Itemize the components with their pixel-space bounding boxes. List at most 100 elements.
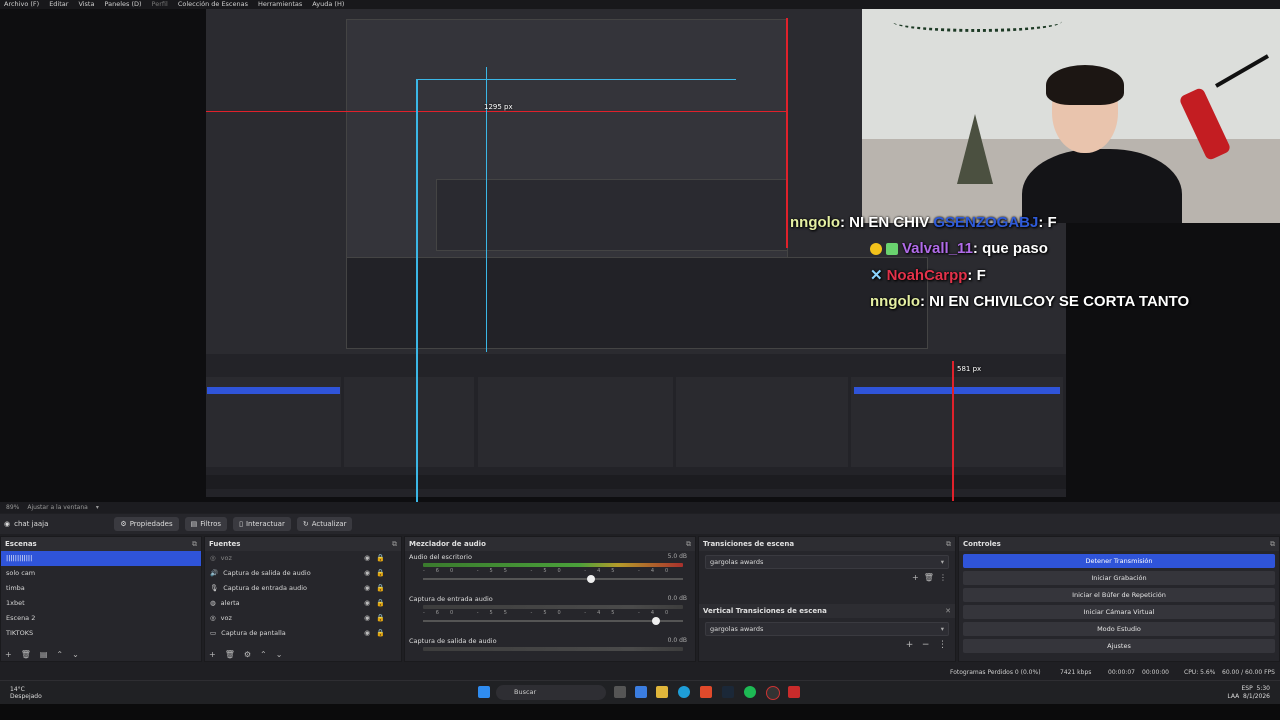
start-virtual-camera-button[interactable]: Iniciar Cámara Virtual [963,605,1275,619]
scene-item[interactable]: Escena 2 [1,611,201,626]
weather-widget[interactable]: 14°C Despejado [10,686,42,700]
windows-start-icon[interactable] [478,686,490,698]
trash-icon[interactable]: 🗑 [225,650,235,659]
transitions-dock: Transiciones de escena ⧉ gargolas awards … [698,536,956,662]
vertical-transition-select[interactable]: gargolas awards [705,622,949,636]
source-item[interactable]: ◎ voz ◉🔒 [205,611,401,626]
chevron-down-icon[interactable]: ⌄ [72,650,79,659]
filters-button[interactable]: ▤ Filtros [184,517,228,531]
nested-selected-scene [207,387,340,394]
edge-icon[interactable] [678,686,690,698]
add-icon[interactable]: + [5,650,12,659]
dock-float-icon[interactable]: ⧉ [192,537,197,551]
scene-item[interactable]: 1xbet [1,596,201,611]
source-label: Captura de entrada audio [223,584,308,592]
dock-float-icon[interactable]: ⧉ [1270,537,1275,551]
add-icon[interactable]: + [209,650,216,659]
menu-view[interactable]: Vista [78,0,94,9]
file-explorer-icon[interactable] [656,686,668,698]
task-view-icon[interactable] [614,686,626,698]
chevron-up-icon[interactable]: ⌃ [56,650,63,659]
interact-button[interactable]: ▯ Interactuar [233,517,291,531]
brave-icon[interactable] [700,686,712,698]
stop-streaming-button[interactable]: Detener Transmisión [963,554,1275,568]
chevron-up-icon[interactable]: ⌃ [260,650,267,659]
volume-slider[interactable] [423,575,683,583]
source-item[interactable]: ◎ voz ◉🔒 [205,551,401,566]
visibility-lock-icons[interactable]: ◉🔒 [364,566,391,581]
source-label: Captura de salida de audio [223,569,311,577]
mic-icon: ◎ [210,554,216,562]
app-icon[interactable] [635,686,647,698]
transition-select[interactable]: gargolas awards [705,555,949,569]
visibility-lock-icons[interactable]: ◉🔒 [364,626,391,641]
dock-float-icon[interactable]: ⧉ [946,537,951,551]
source-item[interactable]: 🎙 Captura de entrada audio ◉🔒 [205,581,401,596]
scene-item[interactable]: |||||||||||| [1,551,201,566]
studio-mode-button[interactable]: Modo Estudio [963,622,1275,636]
source-item[interactable]: 🔊 Captura de salida de audio ◉🔒 [205,566,401,581]
gear-icon[interactable]: ⚙ [244,650,251,659]
visibility-lock-icons[interactable]: ◉🔒 [364,581,391,596]
nested-transitions [676,377,848,467]
size-label-width: 1295 px [484,103,513,111]
app-icon-red[interactable] [788,686,800,698]
filter-icon: ▤ [190,520,198,528]
channel-name: Audio del escritorio [409,553,472,561]
cursor-icon: ▯ [239,520,243,528]
start-replay-buffer-button[interactable]: Iniciar el Búfer de Repetición [963,588,1275,602]
slider-handle[interactable] [651,617,660,625]
sources-title: Fuentes ⧉ [205,537,401,551]
close-icon[interactable]: ✕ [945,604,951,618]
menu-docks[interactable]: Paneles (D) [104,0,141,9]
trash-icon[interactable]: 🗑 [21,650,31,659]
minus-icon[interactable]: − [922,640,930,650]
visibility-lock-icons[interactable]: ◉🔒 [364,551,391,566]
obs-icon[interactable] [766,686,780,700]
spotify-icon[interactable] [744,686,756,698]
zoom-level[interactable]: 89% [6,504,19,511]
scene-item[interactable]: solo cam [1,566,201,581]
settings-button[interactable]: Ajustes [963,639,1275,653]
start-recording-button[interactable]: Iniciar Grabación [963,571,1275,585]
slider-handle[interactable] [586,575,595,583]
volume-slider[interactable] [423,617,683,625]
properties-button[interactable]: ⚙ Propiedades [114,517,179,531]
menu-icon[interactable]: ⋮ [939,573,947,582]
preview-canvas[interactable]: 1295 px 581 px nngolo: NI EN CHIV GSENZO… [0,9,1280,502]
source-item[interactable]: ◍ alerta ◉🔒 [205,596,401,611]
streamer-hair [1046,65,1124,105]
menu-help[interactable]: Ayuda (H) [312,0,344,9]
fps: 60.00 / 60.00 FPS [1222,669,1275,676]
scene-item[interactable]: TIKTOKS [1,626,201,641]
menu-tools[interactable]: Herramientas [258,0,302,9]
menu-scene-collection[interactable]: Colección de Escenas [178,0,248,9]
visibility-lock-icons[interactable]: ◉🔒 [364,596,391,611]
trash-icon[interactable]: 🗑 [924,573,934,582]
visibility-lock-icons[interactable]: ◉🔒 [364,611,391,626]
menu-icon[interactable]: ⋮ [938,640,947,650]
menu-edit[interactable]: Editar [49,0,68,9]
nested-stop-button [854,387,1060,394]
steam-icon[interactable] [722,686,734,698]
dock-float-icon[interactable]: ⧉ [686,537,691,551]
dock-float-icon[interactable]: ⧉ [392,537,397,551]
add-icon[interactable]: + [912,573,919,582]
taskbar-search[interactable]: Buscar [496,685,606,700]
chevron-down-icon[interactable]: ▾ [96,504,99,511]
source-item[interactable]: ▭ Captura de pantalla ◉🔒 [205,626,401,641]
chevron-down-icon[interactable]: ⌄ [276,650,283,659]
vertical-transitions-title-text: Vertical Transiciones de escena [703,607,827,615]
menu-profile[interactable]: Perfil [152,0,168,9]
system-clock[interactable]: ESP 5:30 LAA 8/1/2026 [1227,685,1270,701]
mixer-title-text: Mezclador de audio [409,540,486,548]
fit-window-select[interactable]: Ajustar a la ventana [27,504,88,511]
filter-icon[interactable]: ▤ [40,650,48,659]
scene-item[interactable]: timba [1,581,201,596]
interact-label: Interactuar [245,520,285,528]
add-icon[interactable]: + [906,640,914,650]
refresh-button[interactable]: ↻ Actualizar [296,517,353,531]
menu-file[interactable]: Archivo (F) [4,0,39,9]
scenes-title: Escenas ⧉ [1,537,201,551]
size-label-height: 581 px [957,365,982,373]
